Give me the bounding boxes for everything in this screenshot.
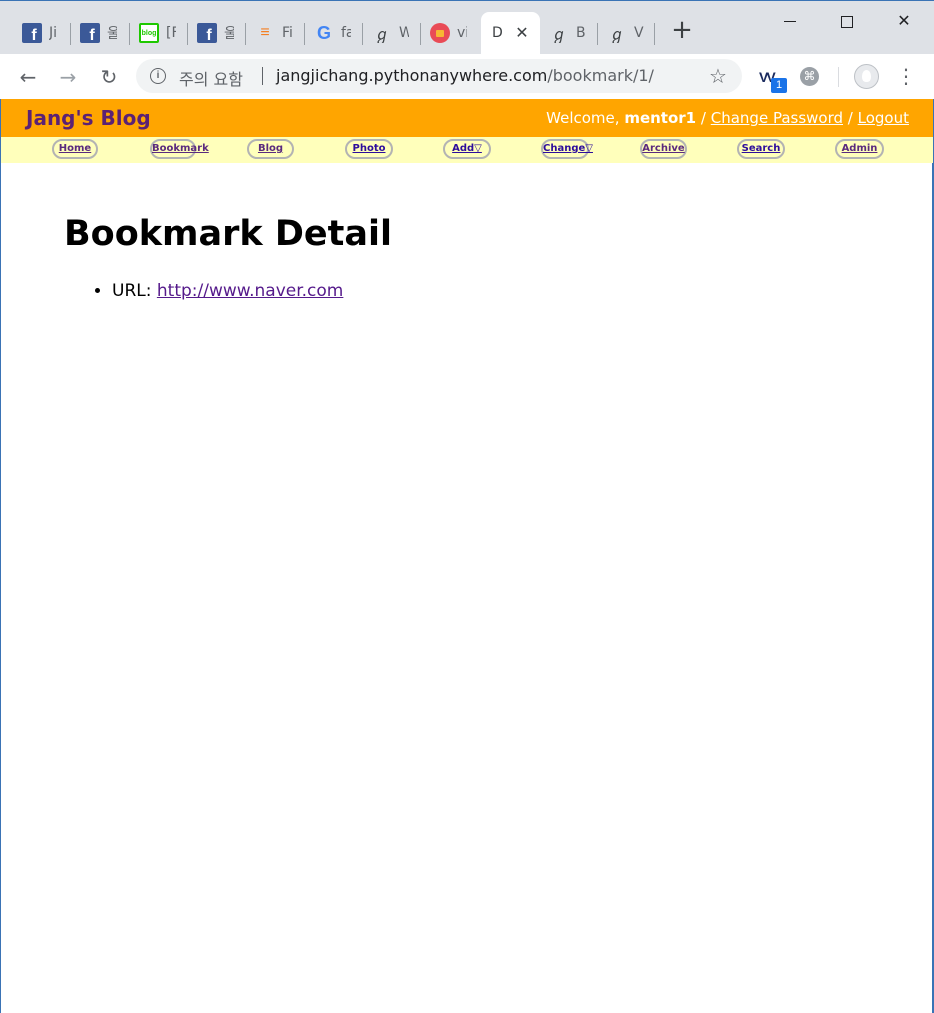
site-header: Jang's Blog Welcome, mentor1 / Change Pa… <box>1 99 933 137</box>
bookmark-url-link[interactable]: http://www.naver.com <box>157 281 344 301</box>
main-content: Bookmark Detail URL: http://www.naver.co… <box>64 210 392 302</box>
menu-blog-link[interactable]: Blog <box>247 139 294 159</box>
welcome-text: Welcome, <box>546 109 620 127</box>
url-path: /bookmark/1/ <box>547 66 654 85</box>
tab-title: B <box>576 25 586 41</box>
info-icon[interactable]: i <box>150 68 166 84</box>
menu-add-dropdown[interactable]: Add▽ <box>443 139 491 159</box>
facebook-icon: f <box>22 23 42 43</box>
browser-tab[interactable]: G fa <box>305 12 363 54</box>
new-tab-button[interactable]: + <box>670 17 694 43</box>
browser-tab-strip: f Ji f 울 blog [F f 울 ≡ Fi G fa ℊ W v D ✕… <box>0 0 934 54</box>
browser-tab[interactable]: f 울 <box>188 12 246 54</box>
tab-title: Fi <box>282 25 292 41</box>
browser-tab[interactable]: ℊ B <box>540 12 598 54</box>
facebook-icon: f <box>80 23 100 43</box>
url-label: URL: <box>112 281 152 301</box>
facebook-icon: f <box>197 23 217 43</box>
url-text[interactable]: jangjichang.pythonanywhere.com/bookmark/… <box>276 66 654 85</box>
browser-tab[interactable]: ℊ W <box>363 12 421 54</box>
tab-title: W <box>399 25 409 41</box>
logout-link[interactable]: Logout <box>858 109 909 127</box>
tab-title: D <box>492 25 503 41</box>
menu-archive-link[interactable]: Archive <box>640 139 687 159</box>
browser-tab-active[interactable]: D ✕ <box>481 12 540 54</box>
site-title: Jang's Blog <box>26 106 151 130</box>
nav-separator: / <box>847 109 853 127</box>
django-icon: ℊ <box>550 27 567 43</box>
address-bar[interactable]: i 주의 요함 jangjichang.pythonanywhere.com/b… <box>136 59 742 93</box>
minimize-button[interactable] <box>767 7 813 35</box>
username: mentor1 <box>624 109 697 127</box>
browser-tab[interactable]: vi <box>421 12 479 54</box>
naver-blog-icon: blog <box>139 23 159 43</box>
tab-title: V <box>634 25 644 41</box>
menu-admin-link[interactable]: Admin <box>835 139 884 159</box>
window-border <box>0 99 1 1013</box>
bookmark-star-icon[interactable]: ☆ <box>709 64 727 88</box>
nav-separator: / <box>700 109 706 127</box>
browser-tab[interactable]: ≡ Fi <box>246 12 305 54</box>
extension-badge: 1 <box>771 78 787 93</box>
tab-title: fa <box>341 25 351 41</box>
close-tab-icon[interactable]: ✕ <box>515 25 529 41</box>
more-menu-icon[interactable]: ⋮ <box>896 65 916 87</box>
django-icon: ℊ <box>373 27 390 43</box>
tab-title: Ji <box>49 25 58 41</box>
profile-avatar[interactable] <box>854 64 879 89</box>
browser-tab[interactable]: ℊ V <box>598 12 655 54</box>
google-icon: G <box>316 23 331 43</box>
tab-title: 울 <box>107 26 117 42</box>
forward-arrow-icon[interactable]: → <box>55 64 81 90</box>
page-title: Bookmark Detail <box>64 214 392 254</box>
browser-tab[interactable]: blog [F <box>130 12 188 54</box>
back-arrow-icon[interactable]: ← <box>15 64 41 90</box>
browser-toolbar: ← → ↻ i 주의 요함 jangjichang.pythonanywhere… <box>0 54 934 99</box>
maximize-button[interactable] <box>824 7 870 35</box>
red-circle-icon <box>430 23 450 43</box>
menu-search-link[interactable]: Search <box>737 139 785 159</box>
change-password-link[interactable]: Change Password <box>711 109 843 127</box>
site-menubar: Home Bookmark Blog Photo Add▽ Change▽ Ar… <box>1 137 933 163</box>
toolbar-divider <box>838 67 839 87</box>
list-item: URL: http://www.naver.com <box>112 280 392 302</box>
tab-title: vi <box>457 25 467 41</box>
security-warning-label[interactable]: 주의 요함 <box>179 66 243 90</box>
stackoverflow-icon: ≡ <box>260 24 270 41</box>
tab-title: 울 <box>224 26 234 42</box>
browser-tab[interactable]: f 울 <box>71 12 130 54</box>
detail-list: URL: http://www.naver.com <box>64 280 392 302</box>
extension-command-icon[interactable]: ⌘ <box>800 67 819 86</box>
menu-home-link[interactable]: Home <box>52 139 98 159</box>
menu-bookmark-link[interactable]: Bookmark <box>150 139 209 159</box>
close-window-button[interactable]: ✕ <box>881 7 927 35</box>
omnibox-divider <box>262 67 263 85</box>
menu-photo-link[interactable]: Photo <box>345 139 393 159</box>
reload-icon[interactable]: ↻ <box>96 64 122 90</box>
menu-change-dropdown[interactable]: Change▽ <box>541 139 593 159</box>
browser-tab[interactable]: f Ji <box>13 12 71 54</box>
url-host: jangjichang.pythonanywhere.com <box>276 66 548 85</box>
django-icon: ℊ <box>608 27 625 43</box>
tab-title: [F <box>166 25 176 41</box>
user-nav: Welcome, mentor1 / Change Password / Log… <box>546 109 909 127</box>
